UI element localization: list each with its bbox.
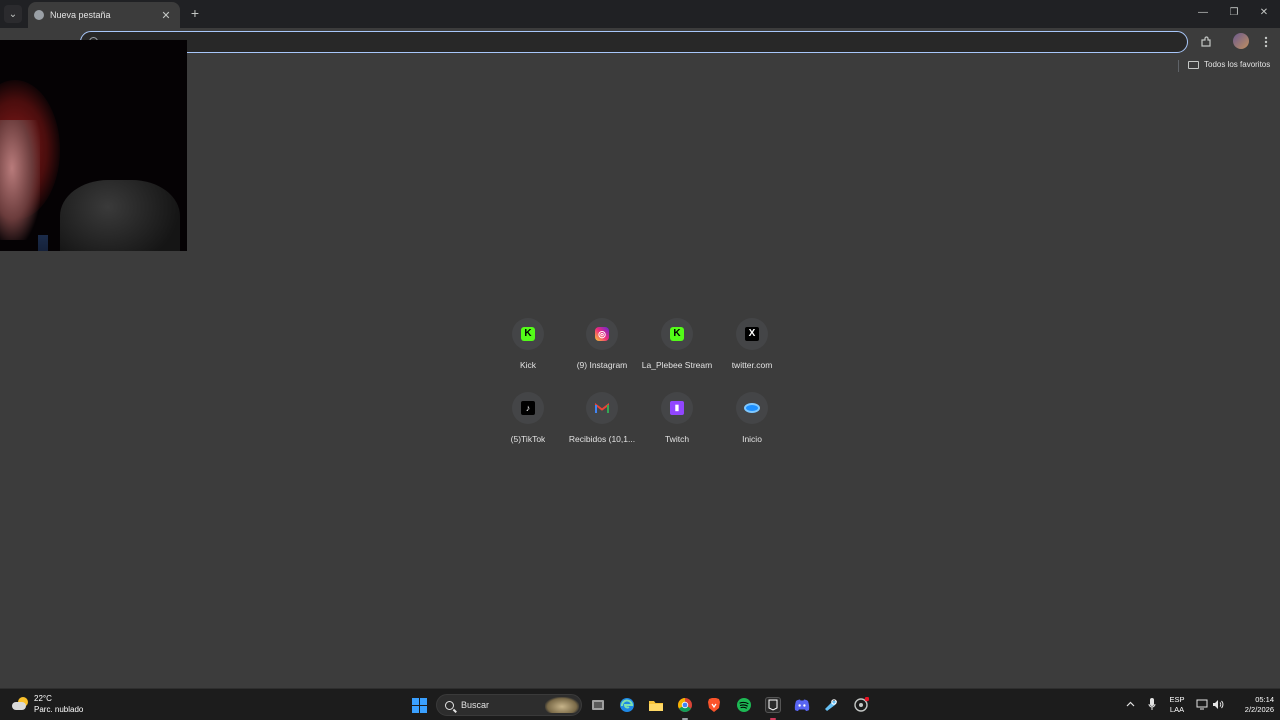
shortcut-inicio[interactable]: Inicio [714, 392, 790, 460]
epic-games-icon[interactable] [765, 697, 781, 713]
shortcut-label: Inicio [742, 434, 762, 444]
kick-icon: K [521, 327, 535, 341]
language-line1: ESP [1169, 695, 1185, 704]
language-line2: LAA [1169, 705, 1185, 714]
tab-close-icon[interactable]: ✕ [160, 9, 172, 22]
shortcut-kick[interactable]: K Kick [490, 318, 566, 386]
restore-button[interactable]: ❐ [1224, 4, 1244, 22]
taskbar: 22°C Parc. nublado Buscar ESP LAA 05:14 … [0, 688, 1280, 720]
minimize-button[interactable]: — [1193, 4, 1213, 22]
shortcut-twitter[interactable]: X twitter.com [714, 318, 790, 386]
shortcut-tile: ▮ [661, 392, 693, 424]
tab-title: Nueva pestaña [50, 10, 111, 20]
shortcut-label: Recibidos (10,1... [568, 434, 636, 444]
language-indicator[interactable]: ESP LAA [1166, 695, 1188, 715]
webcam-overlay [0, 40, 187, 251]
new-tab-button[interactable]: + [187, 5, 203, 21]
shortcut-tiktok[interactable]: ♪ (5)TikTok [490, 392, 566, 460]
chrome-icon[interactable] [677, 697, 693, 713]
webcam-shirt [60, 180, 180, 251]
taskbar-search-label: Buscar [461, 700, 490, 710]
tiktok-icon: ♪ [521, 401, 535, 415]
brave-icon[interactable] [706, 697, 722, 713]
file-explorer-icon[interactable] [648, 697, 664, 713]
shortcut-tile: ◎ [586, 318, 618, 350]
steam-icon[interactable] [823, 697, 839, 713]
shortcut-tile: K [512, 318, 544, 350]
shortcut-label: Twitch [664, 434, 690, 444]
clock-date: 2/2/2026 [1244, 705, 1274, 714]
tab-search-button[interactable]: ⌄ [4, 5, 22, 23]
shortcut-label: Kick [519, 360, 537, 370]
edge-icon[interactable] [619, 697, 635, 713]
inicio-icon [744, 403, 760, 413]
shortcut-instagram[interactable]: ◎ (9) Instagram [564, 318, 640, 386]
tab-new-tab[interactable]: Nueva pestaña ✕ [28, 2, 180, 28]
shortcut-gmail[interactable]: Recibidos (10,1... [564, 392, 640, 460]
extensions-icon[interactable] [1197, 33, 1215, 51]
all-bookmarks-label: Todos los favoritos [1204, 60, 1271, 69]
folder-icon [1188, 60, 1199, 69]
shortcut-tile: X [736, 318, 768, 350]
shortcut-label: (5)TikTok [510, 434, 546, 444]
menu-kebab-icon[interactable] [1257, 33, 1275, 51]
search-icon [445, 700, 454, 710]
tab-favicon-icon [34, 10, 44, 20]
shortcut-label: twitter.com [731, 360, 773, 370]
spotify-icon[interactable] [736, 697, 752, 713]
close-window-button[interactable]: ✕ [1254, 4, 1274, 22]
taskbar-search[interactable]: Buscar [436, 694, 582, 716]
shortcut-tile [736, 392, 768, 424]
address-bar-input[interactable] [105, 34, 1105, 50]
kick-icon: K [670, 327, 684, 341]
obs-settings-icon[interactable] [853, 697, 869, 713]
screen: { "browser": { "tab_title": "Nueva pesta… [0, 0, 1280, 720]
weather-icon [12, 697, 28, 711]
webcam-microphone [38, 235, 48, 251]
bookmarks-divider [1178, 60, 1179, 72]
microphone-icon[interactable] [1148, 697, 1156, 713]
twitch-icon: ▮ [670, 401, 684, 415]
discord-icon[interactable] [794, 697, 810, 713]
webcam-person [0, 120, 40, 240]
tab-strip: ⌄ Nueva pestaña ✕ + — ❐ ✕ [0, 0, 1280, 28]
bookmarks-bar: Todos los favoritos [0, 56, 1280, 76]
weather-widget[interactable]: 22°C Parc. nublado [12, 693, 83, 715]
start-button[interactable] [411, 697, 427, 713]
gmail-icon [595, 401, 609, 415]
all-bookmarks-button[interactable]: Todos los favoritos [1188, 60, 1270, 69]
network-icon[interactable] [1196, 699, 1208, 712]
windows-icon [411, 697, 427, 713]
clock-time: 05:14 [1255, 695, 1274, 704]
shortcut-tile: ♪ [512, 392, 544, 424]
browser-toolbar [0, 28, 1280, 56]
omnibox[interactable] [80, 31, 1188, 53]
weather-temperature: 22°C [34, 694, 52, 703]
shortcut-label: (9) Instagram [576, 360, 628, 370]
volume-icon[interactable] [1212, 699, 1224, 712]
search-highlight-icon [545, 697, 579, 713]
x-icon: X [745, 327, 759, 341]
shortcut-twitch[interactable]: ▮ Twitch [639, 392, 715, 460]
shortcut-la-plebee-stream[interactable]: K La_Plebee Stream [639, 318, 715, 386]
weather-description: Parc. nublado [34, 705, 84, 714]
clock[interactable]: 05:14 2/2/2026 [1228, 695, 1274, 715]
instagram-icon: ◎ [595, 327, 609, 341]
profile-avatar[interactable] [1233, 33, 1249, 49]
show-hidden-icons-icon[interactable] [1126, 699, 1135, 709]
shortcut-tile [586, 392, 618, 424]
task-view-icon[interactable] [590, 697, 606, 713]
shortcut-tile: K [661, 318, 693, 350]
shortcut-label: La_Plebee Stream [641, 360, 713, 370]
